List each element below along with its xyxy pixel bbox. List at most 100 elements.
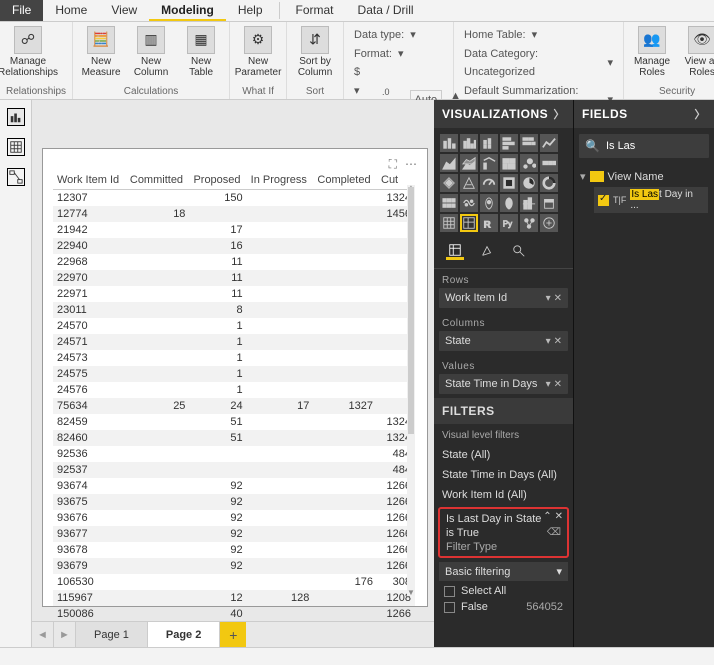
analytics-tab[interactable]: [510, 242, 528, 260]
false-option[interactable]: False564052: [434, 599, 573, 615]
table-row[interactable]: 2297111: [53, 286, 415, 302]
column-header[interactable]: Committed: [126, 171, 190, 190]
manage-relationships-button[interactable]: ☍Manage Relationships: [6, 26, 50, 78]
viz-type-7[interactable]: [460, 154, 478, 172]
select-all-option[interactable]: Select All: [434, 583, 573, 599]
table-row[interactable]: 2297011: [53, 270, 415, 286]
manage-roles-button[interactable]: 👥Manage Roles: [630, 26, 674, 78]
table-row[interactable]: 106530176308: [53, 574, 415, 590]
viz-type-13[interactable]: [460, 174, 478, 192]
table-row[interactable]: 82459511324: [53, 414, 415, 430]
new-table-button[interactable]: ▦New Table: [179, 26, 223, 78]
table-row[interactable]: 2296811: [53, 254, 415, 270]
viz-type-20[interactable]: [480, 194, 498, 212]
vertical-scrollbar[interactable]: ▲ ▼: [407, 185, 415, 596]
tab-modeling[interactable]: Modeling: [149, 0, 226, 21]
report-view-button[interactable]: [7, 108, 25, 126]
table-row[interactable]: 92537484: [53, 462, 415, 478]
table-row[interactable]: 93679921266: [53, 558, 415, 574]
rows-well[interactable]: Work Item Id▾✕: [439, 288, 568, 308]
table-row[interactable]: 2194217: [53, 222, 415, 238]
table-row[interactable]: 245751: [53, 366, 415, 382]
add-page-button[interactable]: +: [220, 622, 246, 647]
sort-by-column-button[interactable]: ⇵Sort by Column: [293, 26, 337, 78]
table-row[interactable]: 93674921266: [53, 478, 415, 494]
clear-filter-icon[interactable]: ⌫: [547, 527, 561, 538]
viz-type-14[interactable]: [480, 174, 498, 192]
viz-type-0[interactable]: [440, 134, 458, 152]
table-row[interactable]: 230118: [53, 302, 415, 318]
viz-type-8[interactable]: [480, 154, 498, 172]
viz-type-29[interactable]: [540, 214, 558, 232]
new-parameter-button[interactable]: ⚙New Parameter: [236, 26, 280, 78]
visual-menu-icon[interactable]: ⋯: [405, 157, 417, 172]
viz-type-27[interactable]: Py: [500, 214, 518, 232]
table-row[interactable]: 93677921266: [53, 526, 415, 542]
tab-view[interactable]: View: [99, 0, 149, 21]
filter-type-dropdown[interactable]: Basic filtering▾: [439, 562, 568, 581]
table-row[interactable]: 756342524171327: [53, 398, 415, 414]
table-row[interactable]: 12774181456: [53, 206, 415, 222]
visualizations-header[interactable]: VISUALIZATIONS〉: [434, 100, 573, 128]
tab-file[interactable]: File: [0, 0, 43, 21]
viz-type-21[interactable]: [500, 194, 518, 212]
tab-home[interactable]: Home: [43, 0, 99, 21]
chevron-down-icon[interactable]: ▾: [546, 336, 551, 347]
filter-is-last-day[interactable]: ⌃✕ ⌫ Is Last Day in State is True Filter…: [438, 507, 569, 558]
remove-icon[interactable]: ✕: [554, 379, 562, 390]
viz-type-17[interactable]: [540, 174, 558, 192]
viz-type-22[interactable]: [520, 194, 538, 212]
search-input[interactable]: [606, 140, 703, 152]
values-well[interactable]: State Time in Days▾✕: [439, 374, 568, 394]
new-measure-button[interactable]: 🧮New Measure: [79, 26, 123, 78]
focus-mode-icon[interactable]: ⛶: [389, 157, 397, 172]
remove-icon[interactable]: ✕: [554, 293, 562, 304]
table-row[interactable]: 150086401266: [53, 606, 415, 622]
viz-type-28[interactable]: [520, 214, 538, 232]
model-view-button[interactable]: [7, 168, 25, 186]
viz-type-3[interactable]: [500, 134, 518, 152]
columns-well[interactable]: State▾✕: [439, 331, 568, 351]
tab-format[interactable]: Format: [284, 0, 346, 21]
view-as-roles-button[interactable]: 👁View as Roles: [680, 26, 714, 78]
table-row[interactable]: 2294016: [53, 238, 415, 254]
viz-type-24[interactable]: [440, 214, 458, 232]
tab-help[interactable]: Help: [226, 0, 275, 21]
filter-work-item-id[interactable]: Work Item Id (All): [434, 485, 573, 505]
tab-data-drill[interactable]: Data / Drill: [346, 0, 426, 21]
chevron-down-icon[interactable]: ▾: [546, 293, 551, 304]
new-column-button[interactable]: ▥New Column: [129, 26, 173, 78]
column-header[interactable]: Work Item Id: [53, 171, 126, 190]
table-row[interactable]: 93676921266: [53, 510, 415, 526]
viz-type-12[interactable]: [440, 174, 458, 192]
table-row[interactable]: 93675921266: [53, 494, 415, 510]
remove-filter-icon[interactable]: ✕: [555, 511, 563, 522]
table-row[interactable]: 82460511324: [53, 430, 415, 446]
viz-type-18[interactable]: [440, 194, 458, 212]
viz-type-5[interactable]: [540, 134, 558, 152]
collapse-icon[interactable]: ⌃: [543, 511, 551, 522]
home-table-dropdown[interactable]: ▾: [532, 26, 538, 45]
table-row[interactable]: 93678921266: [53, 542, 415, 558]
matrix-visual[interactable]: ⛶ ⋯ Work Item IdCommittedProposedIn Prog…: [53, 159, 415, 596]
table-node[interactable]: ▾View Name: [580, 168, 708, 185]
viz-type-10[interactable]: [520, 154, 538, 172]
viz-type-19[interactable]: [460, 194, 478, 212]
viz-type-2[interactable]: [480, 134, 498, 152]
viz-type-4[interactable]: [520, 134, 538, 152]
viz-type-11[interactable]: [540, 154, 558, 172]
table-row[interactable]: 245711: [53, 334, 415, 350]
report-canvas[interactable]: ⛶ ⋯ Work Item IdCommittedProposedIn Prog…: [32, 100, 434, 647]
viz-type-16[interactable]: [520, 174, 538, 192]
table-row[interactable]: 245731: [53, 350, 415, 366]
column-header[interactable]: Proposed: [189, 171, 246, 190]
viz-type-23[interactable]: [540, 194, 558, 212]
format-tab[interactable]: [478, 242, 496, 260]
viz-type-6[interactable]: [440, 154, 458, 172]
fields-header[interactable]: FIELDS〉: [574, 100, 714, 128]
table-row[interactable]: 92536484: [53, 446, 415, 462]
column-header[interactable]: In Progress: [247, 171, 314, 190]
table-row[interactable]: 115967121281208: [53, 590, 415, 606]
data-view-button[interactable]: [7, 138, 25, 156]
viz-type-15[interactable]: [500, 174, 518, 192]
